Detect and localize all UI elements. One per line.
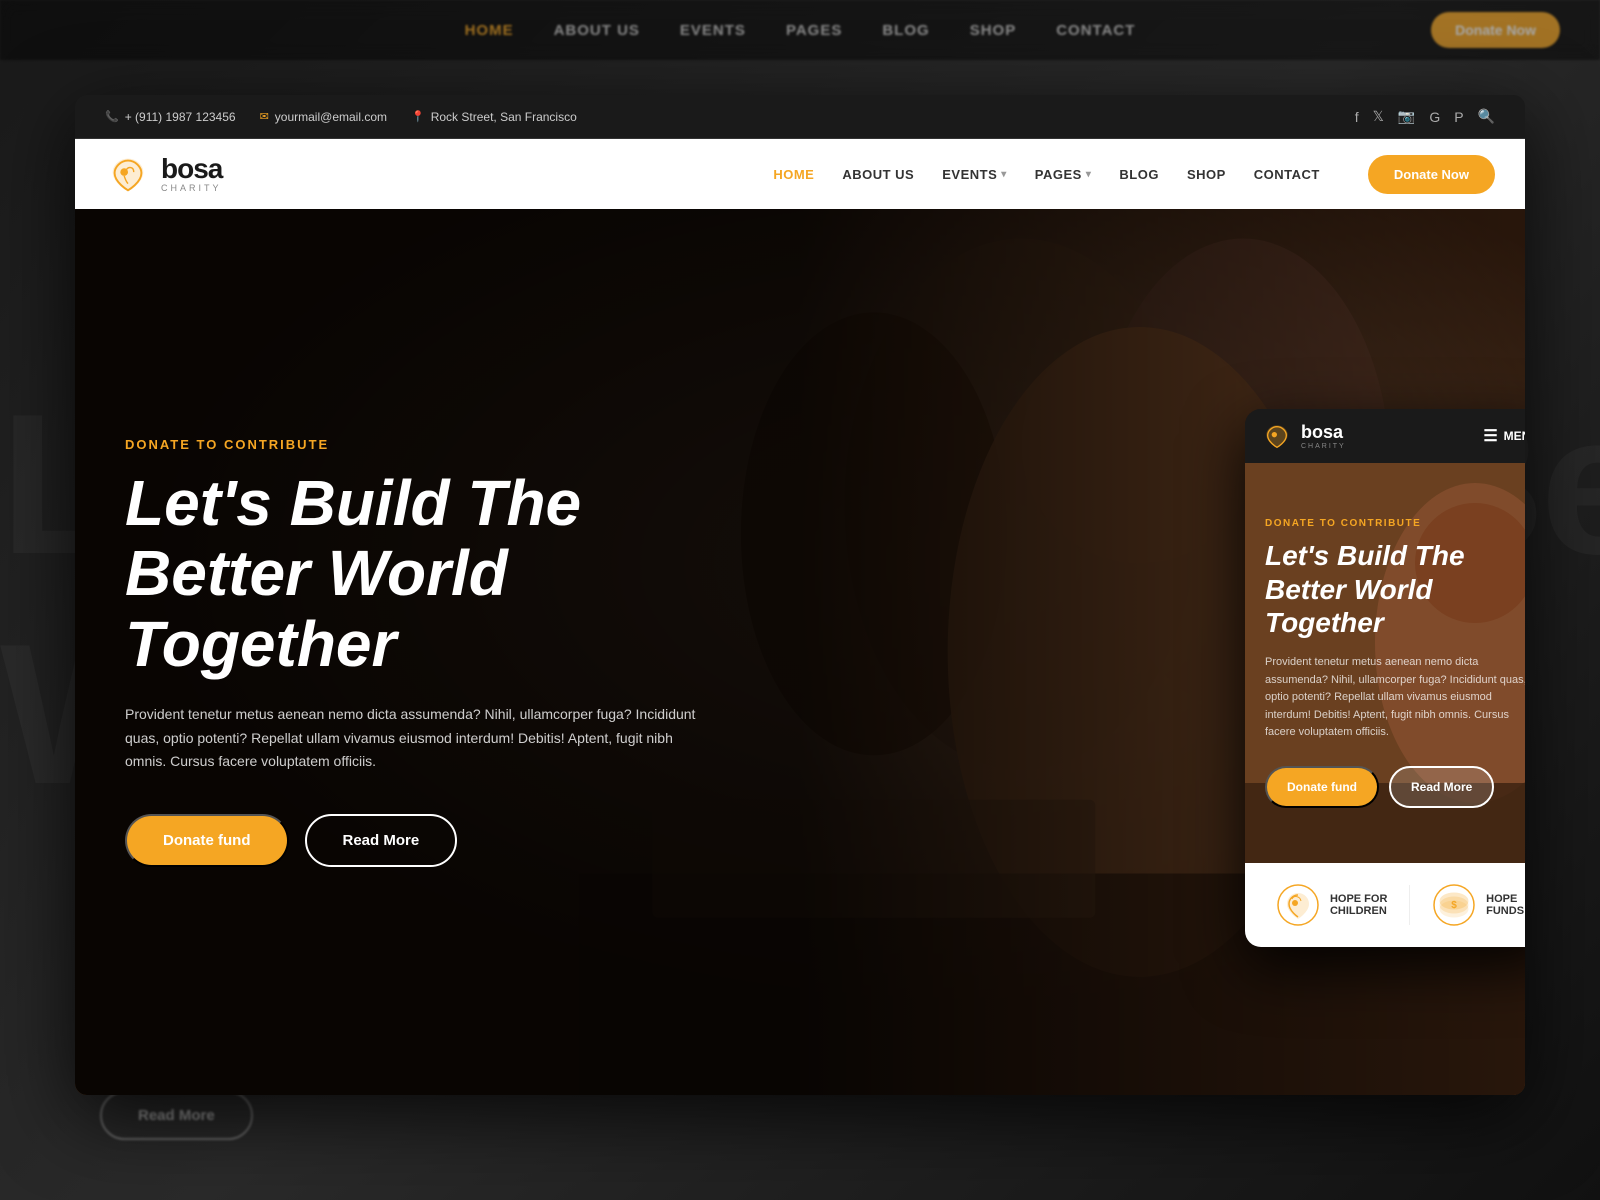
- email-address: yourmail@email.com: [275, 110, 387, 124]
- outer-nav-pages[interactable]: PAGES: [786, 22, 842, 39]
- nav-blog[interactable]: BLOG: [1119, 167, 1159, 182]
- mobile-hero-title: Let's Build The Better World Together: [1265, 539, 1525, 640]
- twitter-icon[interactable]: 𝕏: [1373, 108, 1384, 125]
- hero-description: Provident tenetur metus aenean nemo dict…: [125, 703, 705, 774]
- hero-title: Let's Build The Better World Together: [125, 468, 725, 679]
- mobile-logo-icon: [1261, 420, 1293, 452]
- phone-number: + (911) 1987 123456: [125, 110, 236, 124]
- mobile-menu-button[interactable]: ☰ MENU: [1483, 426, 1525, 446]
- bottom-read-more-button[interactable]: Read More: [100, 1091, 253, 1140]
- hope-funds-icon: $: [1432, 883, 1476, 927]
- phone-info: 📞 + (911) 1987 123456: [105, 110, 236, 124]
- hope-funds-line2: FUNDS: [1486, 905, 1524, 917]
- hope-funds-line1: HOPE: [1486, 893, 1524, 905]
- nav-donate-button[interactable]: Donate Now: [1368, 155, 1495, 194]
- svg-text:$: $: [1451, 900, 1457, 911]
- phone-icon: 📞: [105, 110, 119, 123]
- search-icon[interactable]: 🔍: [1478, 108, 1495, 125]
- nav-home[interactable]: HOME: [773, 167, 814, 182]
- hope-funds-text: HOPE FUNDS: [1486, 893, 1524, 917]
- instagram-icon[interactable]: 📷: [1398, 108, 1415, 125]
- hero-buttons: Donate fund Read More: [125, 814, 725, 867]
- logo-text-group: bosa CHARITY: [161, 155, 222, 193]
- hope-children-line1: HOPE FOR: [1330, 893, 1387, 905]
- hamburger-icon: ☰: [1483, 426, 1497, 446]
- hope-children-line2: CHILDREN: [1330, 905, 1387, 917]
- hope-children-icon: [1276, 883, 1320, 927]
- top-bar: 📞 + (911) 1987 123456 ✉ yourmail@email.c…: [75, 95, 1525, 139]
- mobile-hero-description: Provident tenetur metus aenean nemo dict…: [1265, 654, 1525, 742]
- outer-nav-shop[interactable]: SHOP: [970, 22, 1017, 39]
- mobile-hero-buttons: Donate fund Read More: [1265, 766, 1525, 808]
- browser-window: 📞 + (911) 1987 123456 ✉ yourmail@email.c…: [75, 95, 1525, 1095]
- mobile-logo-sub: CHARITY: [1301, 443, 1346, 450]
- logo-subtitle: CHARITY: [161, 183, 222, 193]
- nav-events[interactable]: EVENTS ▾: [942, 167, 1007, 182]
- social-links: f 𝕏 📷 G P 🔍: [1355, 108, 1495, 125]
- mobile-read-more-button[interactable]: Read More: [1389, 766, 1494, 808]
- outer-nav-events[interactable]: EVENTS: [680, 22, 746, 39]
- outer-navigation: HOME ABOUT US EVENTS PAGES BLOG SHOP CON…: [0, 0, 1600, 60]
- main-navigation: bosa CHARITY HOME ABOUT US EVENTS ▾ PAGE…: [75, 139, 1525, 209]
- address-info: 📍 Rock Street, San Francisco: [411, 110, 577, 124]
- mobile-donate-button[interactable]: Donate fund: [1265, 766, 1379, 808]
- nav-links: HOME ABOUT US EVENTS ▾ PAGES ▾ BLOG SHOP…: [773, 155, 1495, 194]
- email-icon: ✉: [260, 110, 269, 123]
- mobile-footer-logos: HOPE FOR CHILDREN $ HOPE FU: [1245, 863, 1525, 947]
- pinterest-icon[interactable]: P: [1454, 109, 1463, 125]
- mobile-hero: DONATE TO CONTRIBUTE Let's Build The Bet…: [1245, 463, 1525, 863]
- hero-section: DONATE TO CONTRIBUTE Let's Build The Bet…: [75, 209, 1525, 1095]
- menu-label: MENU: [1504, 429, 1525, 443]
- mobile-logo-text: bosa: [1301, 422, 1346, 443]
- hero-donate-button[interactable]: Donate fund: [125, 814, 289, 867]
- mobile-nav: bosa CHARITY ☰ MENU: [1245, 409, 1525, 463]
- mobile-preview: ⚙ PRO DEMOS 🛒 BUY PRO bosa: [1245, 409, 1525, 947]
- mobile-hero-label: DONATE TO CONTRIBUTE: [1265, 518, 1525, 529]
- hope-funds-logo: $ HOPE FUNDS: [1432, 883, 1524, 927]
- hope-for-children-logo: HOPE FOR CHILDREN: [1276, 883, 1387, 927]
- logo[interactable]: bosa CHARITY: [105, 151, 222, 197]
- nav-about[interactable]: ABOUT US: [842, 167, 914, 182]
- hope-children-text: HOPE FOR CHILDREN: [1330, 893, 1387, 917]
- top-bar-contact-info: 📞 + (911) 1987 123456 ✉ yourmail@email.c…: [105, 110, 577, 124]
- email-info: ✉ yourmail@email.com: [260, 110, 387, 124]
- bottom-read-more-area: Read More: [100, 1091, 253, 1140]
- nav-shop[interactable]: SHOP: [1187, 167, 1226, 182]
- outer-nav-blog[interactable]: BLOG: [882, 22, 929, 39]
- hero-read-more-button[interactable]: Read More: [305, 814, 458, 867]
- facebook-icon[interactable]: f: [1355, 109, 1359, 125]
- google-icon[interactable]: G: [1429, 109, 1440, 125]
- location-icon: 📍: [411, 110, 425, 123]
- logo-name: bosa: [161, 155, 222, 183]
- footer-divider: [1409, 885, 1410, 925]
- street-address: Rock Street, San Francisco: [431, 110, 577, 124]
- mobile-logo[interactable]: bosa CHARITY: [1261, 420, 1346, 452]
- outer-donate-button[interactable]: Donate Now: [1431, 12, 1560, 48]
- logo-icon: [105, 151, 151, 197]
- mobile-hero-content: DONATE TO CONTRIBUTE Let's Build The Bet…: [1265, 518, 1525, 808]
- outer-nav-home[interactable]: HOME: [465, 22, 514, 39]
- events-caret: ▾: [1001, 169, 1007, 180]
- hero-label: DONATE TO CONTRIBUTE: [125, 437, 725, 452]
- outer-nav-about[interactable]: ABOUT US: [554, 22, 640, 39]
- hero-content: DONATE TO CONTRIBUTE Let's Build The Bet…: [75, 209, 775, 1095]
- outer-nav-contact[interactable]: CONTACT: [1056, 22, 1135, 39]
- pages-caret: ▾: [1086, 169, 1092, 180]
- nav-contact[interactable]: CONTACT: [1254, 167, 1320, 182]
- nav-pages[interactable]: PAGES ▾: [1035, 167, 1092, 182]
